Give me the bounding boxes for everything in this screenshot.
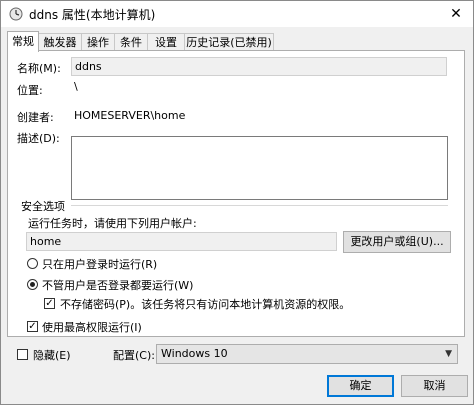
run-always-label[interactable]: 不管用户是否登录都要运行(W) [42,277,193,293]
user-account-field[interactable]: home [26,232,337,251]
configure-label: 配置(C): [113,349,155,362]
location-value: \ [74,80,78,93]
author-value: HOMESERVER\home [74,109,186,122]
hidden-checkbox[interactable] [17,349,28,360]
highest-privileges-checkbox[interactable]: ✓ [27,321,38,332]
tab-history[interactable]: 历史记录(已禁用) [184,33,274,51]
configure-select[interactable]: Windows 10 ▼ [156,344,458,364]
cancel-button[interactable]: 取消 [401,375,468,397]
run-logged-on-label[interactable]: 只在用户登录时运行(R) [42,256,157,272]
name-label: 名称(M): [17,62,61,75]
general-panel: 名称(M): ddns 位置: \ 创建者: HOMESERVER\home 描… [7,50,465,337]
security-options-title: 安全选项 [21,200,65,213]
tab-actions[interactable]: 操作 [81,33,115,51]
ok-button[interactable]: 确定 [327,375,394,397]
title-bar: ddns 属性(本地计算机) ✕ [1,1,473,27]
change-user-button[interactable]: 更改用户或组(U)... [343,231,451,253]
no-store-password-checkbox[interactable]: ✓ [44,298,55,309]
description-textarea[interactable] [71,136,448,200]
close-icon[interactable]: ✕ [445,4,467,24]
properties-window: ddns 属性(本地计算机) ✕ 常规 触发器 操作 条件 设置 历史记录(已禁… [0,0,474,405]
task-scheduler-icon [9,7,23,21]
description-label: 描述(D): [17,132,60,145]
tab-settings[interactable]: 设置 [147,33,185,51]
no-store-password-label[interactable]: 不存储密码(P)。该任务将只有访问本地计算机资源的权限。 [60,296,350,312]
chevron-down-icon: ▼ [445,349,452,359]
highest-privileges-label[interactable]: 使用最高权限运行(I) [42,319,142,335]
tab-conditions[interactable]: 条件 [114,33,148,51]
run-always-radio[interactable] [27,279,38,290]
run-as-label: 运行任务时，请使用下列用户帐户: [28,217,197,230]
name-field[interactable]: ddns [71,57,447,76]
tab-general[interactable]: 常规 [7,31,39,52]
location-label: 位置: [17,84,43,97]
window-title: ddns 属性(本地计算机) [29,8,156,22]
configure-value: Windows 10 [161,347,228,360]
tab-triggers[interactable]: 触发器 [38,33,82,51]
hidden-label[interactable]: 隐藏(E) [33,347,71,363]
author-label: 创建者: [17,111,54,124]
group-divider [71,205,448,206]
run-logged-on-radio[interactable] [27,258,38,269]
